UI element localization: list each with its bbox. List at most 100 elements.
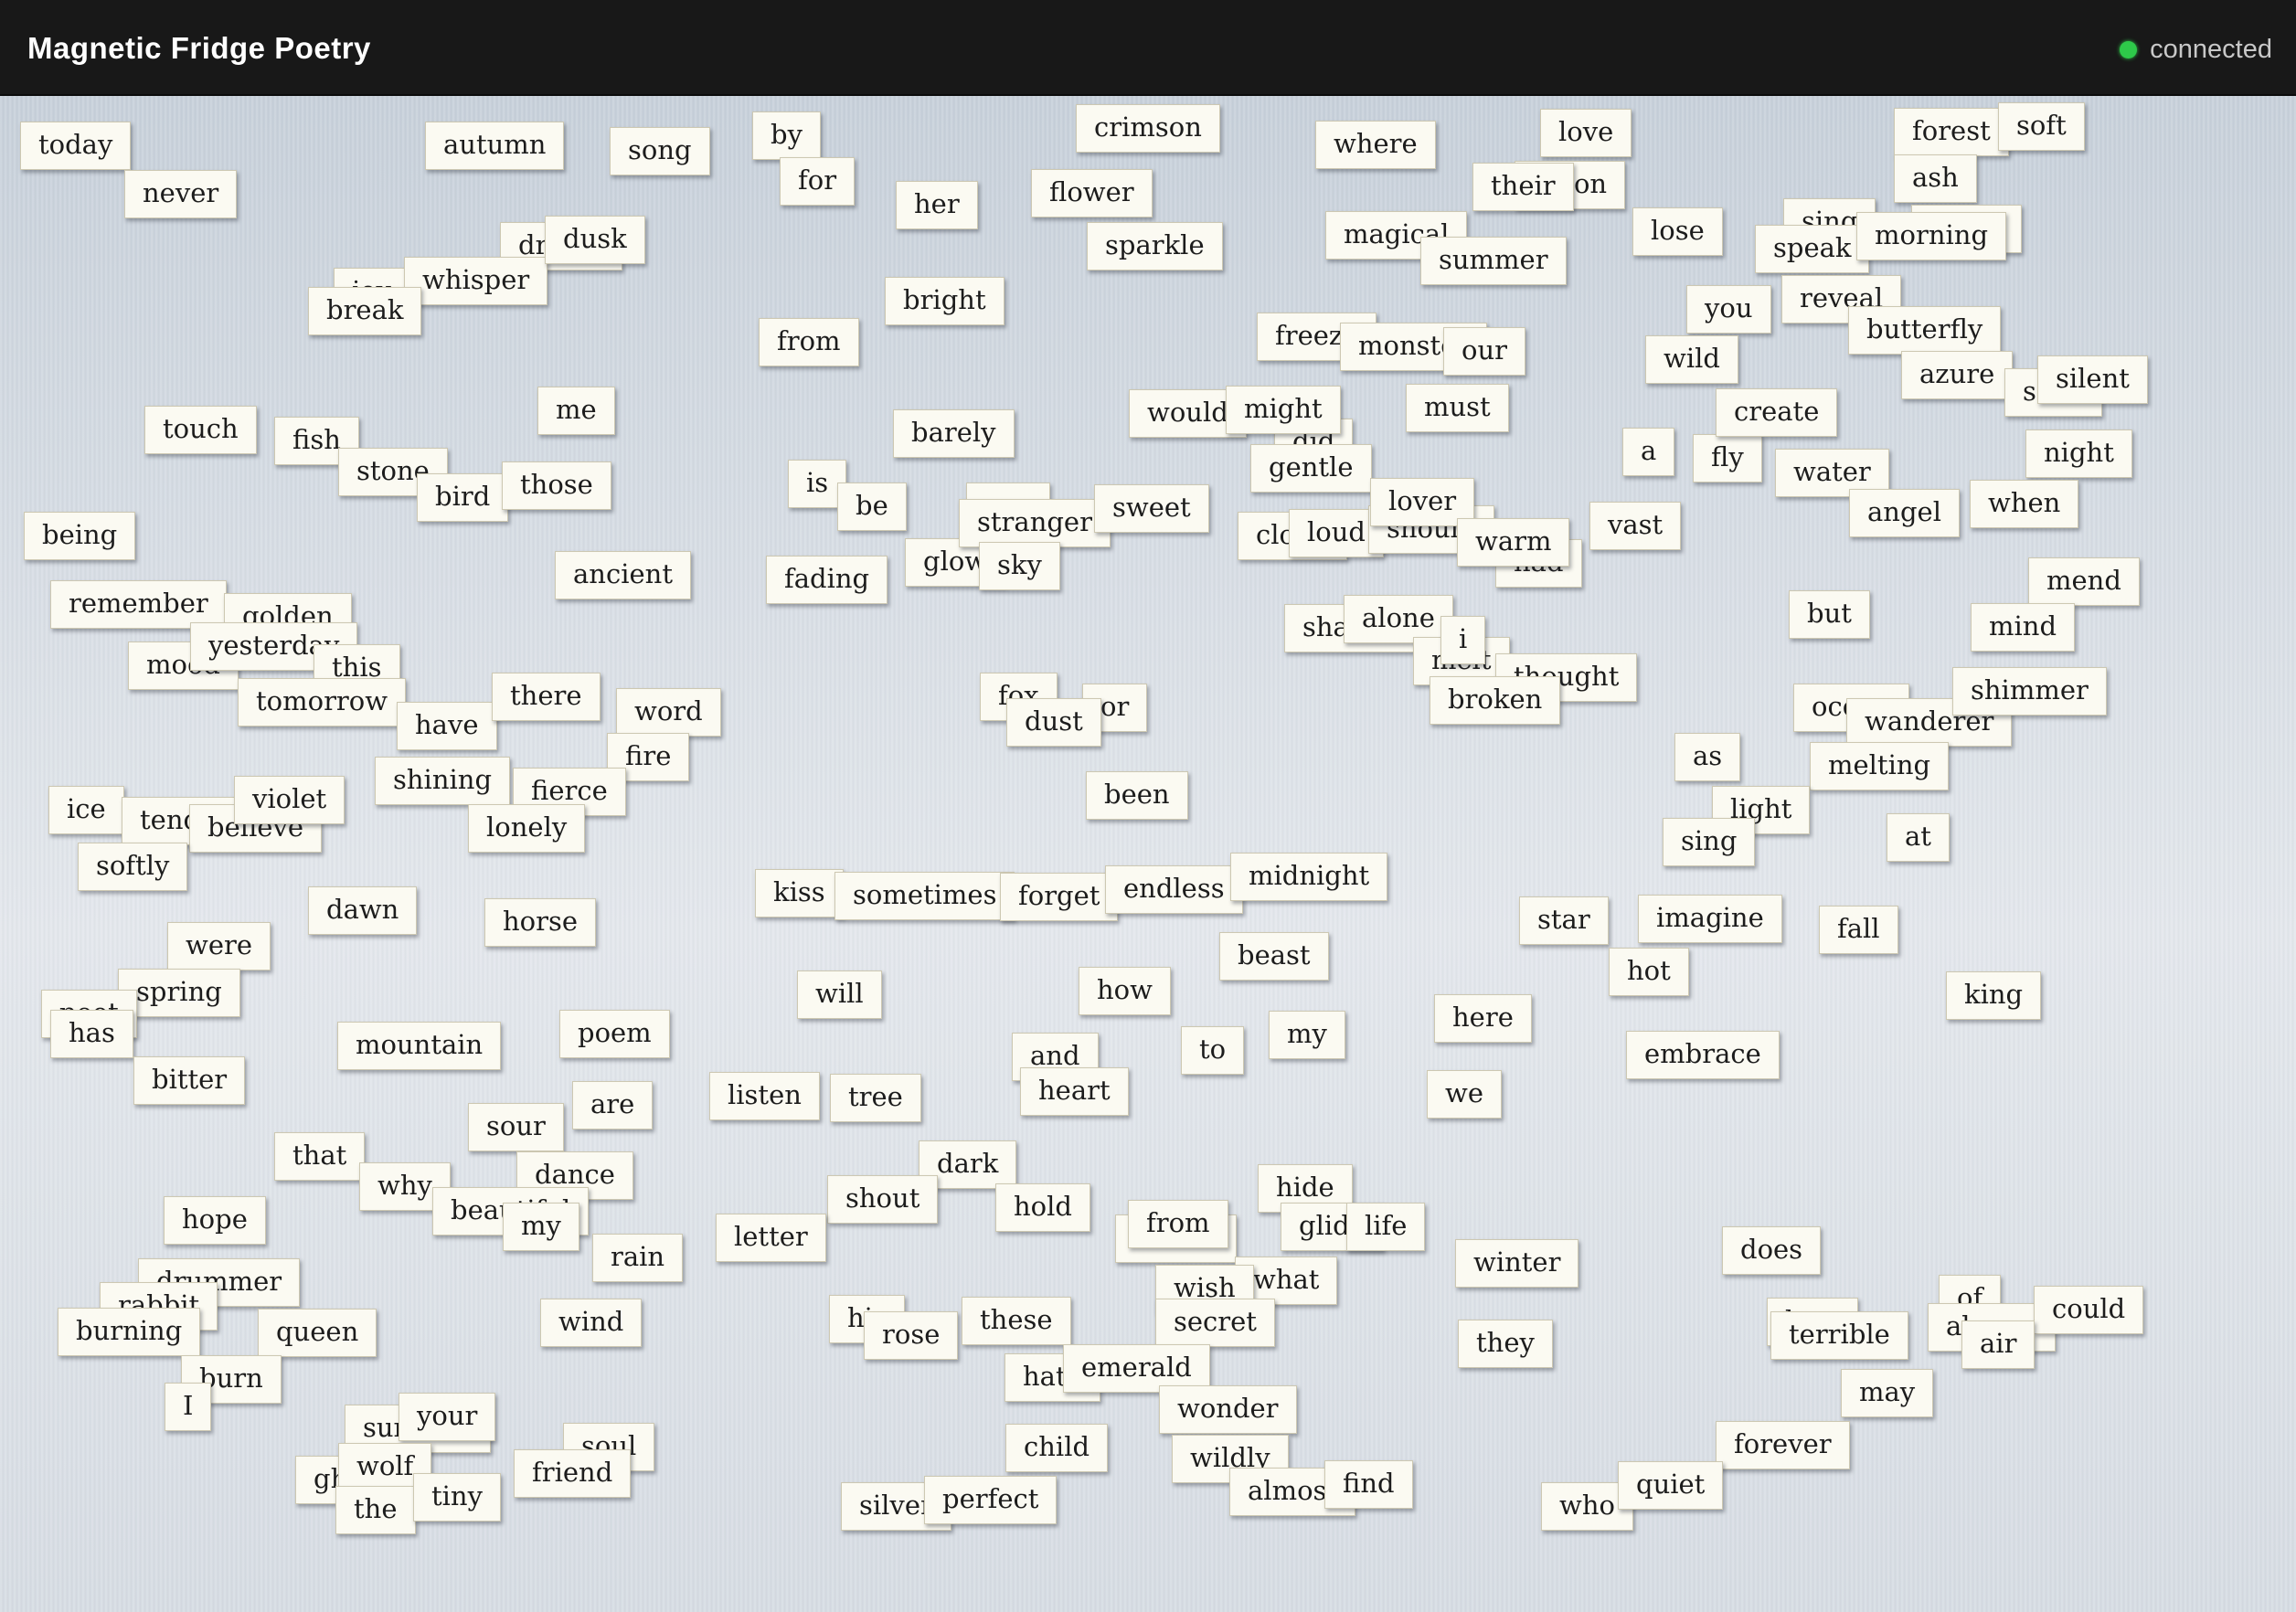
word-magnet[interactable]: stranger [959,499,1111,547]
word-magnet[interactable]: there [492,673,601,721]
word-magnet[interactable]: violet [234,776,345,824]
word-magnet[interactable]: sour [468,1103,564,1151]
word-magnet[interactable]: her [896,181,978,229]
word-magnet[interactable]: I [165,1383,212,1431]
word-magnet[interactable]: love [1540,109,1632,157]
word-magnet[interactable]: burning [58,1308,201,1356]
word-magnet[interactable]: letter [716,1214,826,1262]
word-magnet[interactable]: perfect [924,1476,1058,1524]
word-magnet[interactable]: soft [1998,102,2085,151]
word-magnet[interactable]: hope [164,1196,266,1245]
word-magnet[interactable]: me [537,387,615,435]
word-magnet[interactable]: dust [1006,698,1101,747]
word-magnet[interactable]: find [1324,1460,1413,1509]
word-magnet[interactable]: air [1961,1320,2036,1369]
word-magnet[interactable]: does [1722,1226,1822,1275]
word-magnet[interactable]: melting [1810,742,1950,790]
word-magnet[interactable]: sing [1663,818,1756,866]
word-magnet[interactable]: whisper [404,257,548,305]
word-magnet[interactable]: friend [514,1449,632,1498]
word-magnet[interactable]: word [616,688,721,737]
word-magnet[interactable]: break [308,287,422,335]
word-magnet[interactable]: never [124,170,238,218]
word-magnet[interactable]: shout [827,1175,939,1224]
word-magnet[interactable]: ash [1894,154,1977,203]
word-magnet[interactable]: a [1622,428,1675,476]
word-magnet[interactable]: forget [1000,873,1119,921]
word-magnet[interactable]: tiny [413,1473,501,1522]
word-magnet[interactable]: wild [1645,335,1738,384]
word-magnet[interactable]: from [759,318,859,366]
word-magnet[interactable]: that [274,1132,366,1181]
word-magnet[interactable]: shimmer [1952,667,2107,716]
word-magnet[interactable]: night [2025,430,2132,478]
word-magnet[interactable]: they [1458,1320,1553,1368]
word-magnet[interactable]: must [1406,384,1509,432]
word-magnet[interactable]: life [1346,1203,1426,1251]
word-magnet[interactable]: been [1086,771,1188,820]
word-magnet[interactable]: to [1181,1026,1245,1075]
word-magnet[interactable]: quiet [1618,1461,1724,1510]
word-magnet[interactable]: being [24,512,136,560]
word-magnet[interactable]: mind [1971,603,2076,652]
word-magnet[interactable]: mountain [337,1022,502,1070]
word-magnet[interactable]: might [1226,386,1341,434]
word-magnet[interactable]: bird [417,473,509,522]
word-magnet[interactable]: bitter [133,1056,246,1105]
word-magnet[interactable]: fading [766,556,888,604]
word-magnet[interactable]: king [1946,971,2042,1020]
word-magnet[interactable]: dawn [308,886,418,935]
word-magnet[interactable]: butterfly [1848,306,2002,355]
word-magnet[interactable]: summer [1420,237,1567,285]
word-magnet[interactable]: listen [709,1072,820,1120]
word-magnet[interactable]: sweet [1094,484,1209,533]
word-magnet[interactable]: by [752,111,821,160]
word-magnet[interactable]: lose [1632,207,1723,256]
word-magnet[interactable]: for [780,157,856,206]
word-magnet[interactable]: star [1519,896,1609,945]
word-magnet[interactable]: at [1887,813,1950,862]
word-magnet[interactable]: their [1472,163,1574,211]
word-magnet[interactable]: midnight [1230,853,1388,901]
word-magnet[interactable]: fly [1693,434,1762,483]
word-magnet[interactable]: were [167,922,271,970]
word-magnet[interactable]: you [1686,285,1771,334]
word-magnet[interactable]: where [1315,121,1436,169]
word-magnet[interactable]: sparkle [1087,222,1223,270]
word-magnet[interactable]: vast [1589,502,1682,550]
word-magnet[interactable]: will [797,970,882,1019]
word-magnet[interactable]: today [20,122,132,170]
word-magnet[interactable]: hot [1609,948,1689,996]
word-magnet[interactable]: crimson [1076,104,1220,153]
word-magnet[interactable]: sky [979,542,1060,590]
word-magnet[interactable]: your [399,1393,496,1441]
word-magnet[interactable]: the [335,1486,416,1534]
word-magnet[interactable]: azure [1901,351,2014,399]
word-magnet[interactable]: morning [1856,212,2007,260]
word-magnet[interactable]: speak [1755,225,1870,273]
word-magnet[interactable]: horse [484,898,597,947]
word-magnet[interactable]: are [572,1081,654,1129]
word-magnet[interactable]: broken [1430,676,1561,725]
word-magnet[interactable]: touch [144,406,257,454]
word-magnet[interactable]: rain [592,1234,684,1282]
word-magnet[interactable]: be [837,483,907,531]
word-magnet[interactable]: ice [48,786,124,834]
word-magnet[interactable]: winter [1455,1239,1579,1288]
word-magnet[interactable]: song [610,127,710,175]
word-magnet[interactable]: shining [375,757,511,805]
word-magnet[interactable]: may [1841,1369,1934,1417]
word-magnet[interactable]: silent [2037,355,2148,404]
word-magnet[interactable]: angel [1849,489,1960,537]
word-magnet[interactable]: but [1789,590,1870,639]
word-magnet[interactable]: wonder [1159,1385,1297,1434]
word-magnet[interactable]: could [2034,1286,2144,1334]
word-magnet[interactable]: flower [1031,169,1153,217]
word-magnet[interactable]: imagine [1638,895,1782,943]
word-magnet[interactable]: queen [258,1309,377,1357]
word-magnet[interactable]: when [1970,480,2079,528]
word-magnet[interactable]: sometimes [834,872,1015,920]
word-magnet[interactable]: ancient [555,551,691,599]
word-magnet[interactable]: mend [2028,557,2140,606]
word-magnet[interactable]: those [502,461,611,510]
